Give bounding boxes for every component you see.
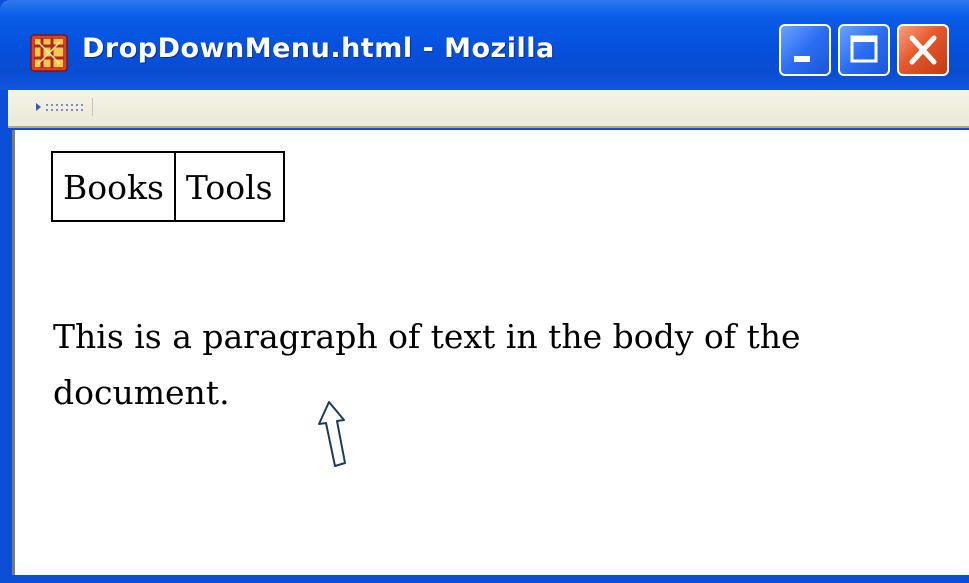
close-icon <box>909 35 937 65</box>
menu-item-books[interactable]: Books <box>51 151 176 222</box>
title-bar[interactable]: DropDownMenu.html - Mozilla <box>0 0 969 90</box>
body-paragraph: This is a paragraph of text in the body … <box>53 317 801 412</box>
menu-item-tools[interactable]: Tools <box>173 151 285 222</box>
page-content: Books Tools This is a paragraph of text … <box>12 130 969 575</box>
toolbar-grip-icon[interactable] <box>32 98 93 116</box>
maximize-icon <box>850 35 878 63</box>
browser-window: DropDownMenu.html - Mozilla Books Tools … <box>0 0 969 583</box>
maximize-button[interactable] <box>838 24 890 76</box>
minimize-icon <box>794 56 810 62</box>
up-arrow-icon <box>315 400 355 474</box>
window-title: DropDownMenu.html - Mozilla <box>82 33 555 64</box>
close-button[interactable] <box>897 24 949 76</box>
window-bottom-border <box>0 575 969 583</box>
dropdown-menu-table: Books Tools <box>51 151 285 222</box>
toolbar <box>8 90 969 128</box>
mozilla-app-icon <box>30 34 68 72</box>
minimize-button[interactable] <box>779 24 831 76</box>
